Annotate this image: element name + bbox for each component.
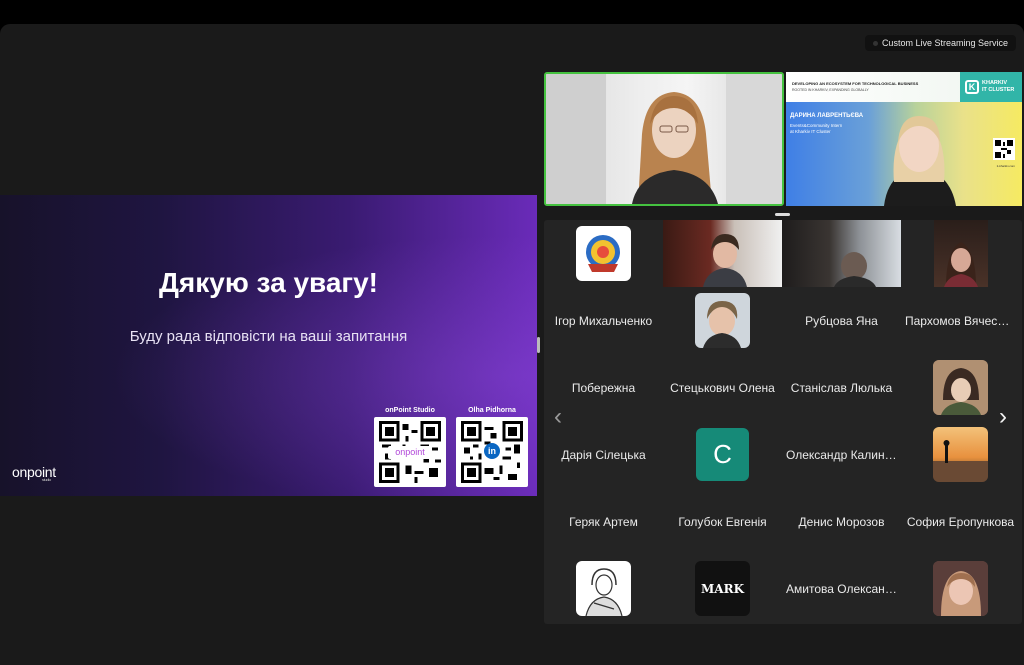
participant-name: София Еропункова <box>906 515 1015 529</box>
participant-name: Дарія Сілецька <box>561 448 646 462</box>
participant-tile[interactable]: Пархомов Вячеслав <box>901 287 1020 354</box>
streaming-service-label[interactable]: Custom Live Streaming Service <box>864 35 1016 51</box>
kharkiv-it-cluster-logo: K KHARKIV IT CLUSTER <box>960 72 1022 102</box>
onpoint-logo: onpoint studio <box>12 464 56 482</box>
participant-tile[interactable]: Дарія Сілецька <box>544 421 663 488</box>
participant-tile[interactable]: Станіслав Люлька <box>782 354 901 421</box>
participant-tile[interactable]: Амитова Олександра <box>782 555 901 622</box>
participant-video-tile[interactable] <box>663 220 782 287</box>
active-speaker-video[interactable] <box>544 72 784 206</box>
speaker-video-image <box>884 116 956 206</box>
participant-photo <box>703 301 741 348</box>
participant-tile[interactable]: Денис Морозов <box>782 488 901 555</box>
kharkiv-it-cluster-video[interactable]: DEVELOPING AN ECOSYSTEM FOR TECHNOLOGICA… <box>786 72 1022 206</box>
participant-name: Рубцова Яна <box>805 314 878 328</box>
participant-name: Ігор Михальченко <box>554 314 653 328</box>
participant-name: Пархомов Вячеслав <box>905 314 1016 328</box>
participant-video-image <box>943 242 978 287</box>
participant-tile[interactable]: C <box>663 421 782 488</box>
participant-avatar <box>933 427 988 482</box>
streaming-icon <box>872 40 878 46</box>
participant-video-image <box>703 234 747 287</box>
participant-name: Амитова Олександра <box>786 582 897 596</box>
streaming-service-text: Custom Live Streaming Service <box>881 38 1008 48</box>
participant-camera-feed <box>782 220 901 287</box>
participant-name: Олександр Калиниченко <box>786 448 897 462</box>
participant-video-image <box>546 74 782 204</box>
onpoint-logo-sub: studio <box>42 477 51 482</box>
participant-tile[interactable]: Стецькович Олена <box>663 354 782 421</box>
participant-tile[interactable]: MARK <box>663 555 782 622</box>
participant-tile[interactable]: Ігор Михальченко <box>544 287 663 354</box>
logo-line-2: IT CLUSTER <box>982 87 1015 93</box>
participant-tile[interactable] <box>901 421 1020 488</box>
background-qr-code <box>993 138 1015 160</box>
background-site: it-kharkiv.com <box>996 164 1015 168</box>
participant-avatar <box>695 293 750 348</box>
participant-tile[interactable]: София Еропункова <box>901 488 1020 555</box>
participant-video-tile[interactable] <box>782 220 901 287</box>
participant-video-image <box>834 252 876 287</box>
sketch-avatar-image <box>585 568 623 616</box>
participant-avatar <box>933 220 988 287</box>
participant-avatar <box>576 226 631 281</box>
logo-letter: K <box>965 80 979 94</box>
participant-name: Геряк Артем <box>569 515 638 529</box>
slide-subtitle: Буду рада відповісти на ваші запитання <box>129 328 408 345</box>
participant-avatar <box>576 561 631 616</box>
emblem-avatar-image <box>586 235 620 272</box>
mark-avatar: MARK <box>695 561 750 616</box>
video-strip-resize-handle[interactable] <box>775 213 790 216</box>
onpoint-badge: onpoint <box>388 446 432 459</box>
split-resize-handle[interactable] <box>537 337 540 353</box>
participant-name: Стецькович Олена <box>670 381 775 395</box>
participant-gallery: Ігор Михальченко Рубцова Яна Пархомов Вя… <box>544 220 1022 624</box>
speaker-role-line-2: at Kharkiv IT Cluster <box>790 129 831 134</box>
participant-name: Денис Морозов <box>798 515 885 529</box>
speaker-role: Events&Community Intern at Kharkiv IT Cl… <box>790 123 842 135</box>
shared-screen-slide: Дякую за увагу! Буду рада відповісти на … <box>0 195 537 496</box>
logo-line-1: KHARKIV <box>982 80 1008 86</box>
slide-title: Дякую за увагу! <box>158 267 378 298</box>
gallery-prev-arrow-icon[interactable]: ‹ <box>554 405 562 429</box>
participant-tile[interactable]: Рубцова Яна <box>782 287 901 354</box>
participant-letter-avatar: C <box>696 428 749 481</box>
participant-avatar <box>933 561 988 616</box>
participant-tile[interactable]: Олександр Калиниченко <box>782 421 901 488</box>
participant-tile[interactable] <box>663 287 782 354</box>
participant-tile[interactable] <box>544 555 663 622</box>
banner-line-1: DEVELOPING AN ECOSYSTEM FOR TECHNOLOGICA… <box>792 81 919 86</box>
participant-name: Станіслав Люлька <box>790 381 893 395</box>
participant-photo <box>933 561 988 616</box>
participant-avatar <box>933 360 988 415</box>
sunset-avatar-image <box>933 427 988 482</box>
participant-name: Побережна <box>571 381 636 395</box>
participant-tile[interactable]: Геряк Артем <box>544 488 663 555</box>
participant-name: Голубок Евгенія <box>678 515 767 529</box>
participant-camera-feed <box>663 220 782 287</box>
participant-tile[interactable]: Голубок Евгенія <box>663 488 782 555</box>
qr-pattern <box>995 140 1013 158</box>
participant-tile[interactable] <box>901 220 1020 287</box>
speaker-name: ДАРИНА ЛАВРЕНТЬЄВА <box>790 113 864 119</box>
participant-tile[interactable] <box>544 220 663 287</box>
participant-tile[interactable] <box>901 555 1020 622</box>
qr-left-caption: onPoint Studio <box>385 407 435 414</box>
linkedin-icon: in <box>484 443 500 459</box>
qr-right-caption: Olha Pidhorna <box>468 407 516 414</box>
gallery-next-arrow-icon[interactable]: › <box>999 405 1007 429</box>
banner-line-2: ROOTED IN KHARKIV, EXPANDING GLOBALLY <box>792 88 869 92</box>
anime-avatar-image <box>933 360 988 415</box>
